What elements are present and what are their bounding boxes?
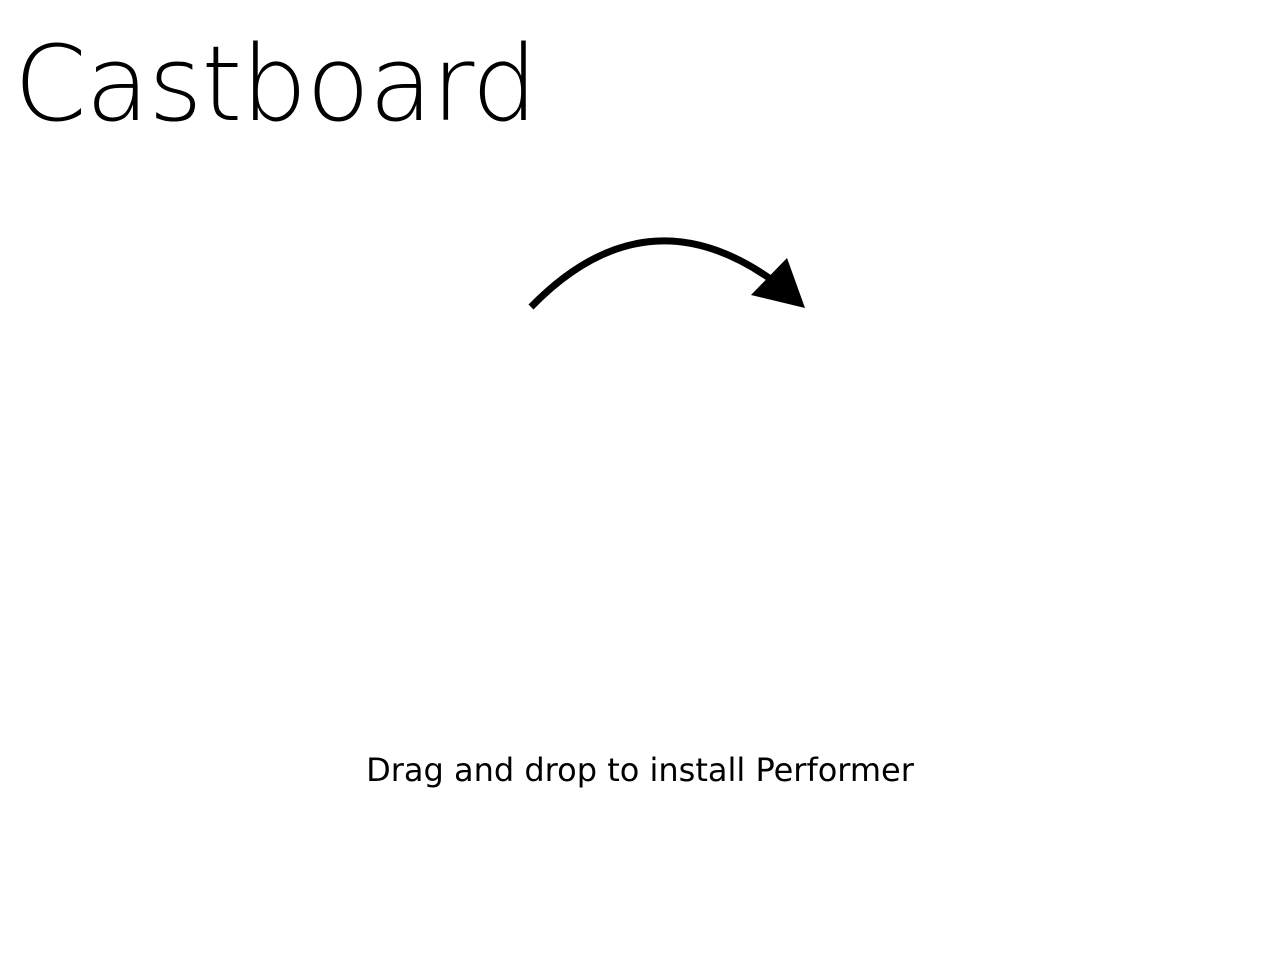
- app-title: Castboard: [14, 23, 538, 145]
- curved-arrow-right-icon: [528, 237, 805, 310]
- install-instruction-text: Drag and drop to install Performer: [366, 751, 914, 789]
